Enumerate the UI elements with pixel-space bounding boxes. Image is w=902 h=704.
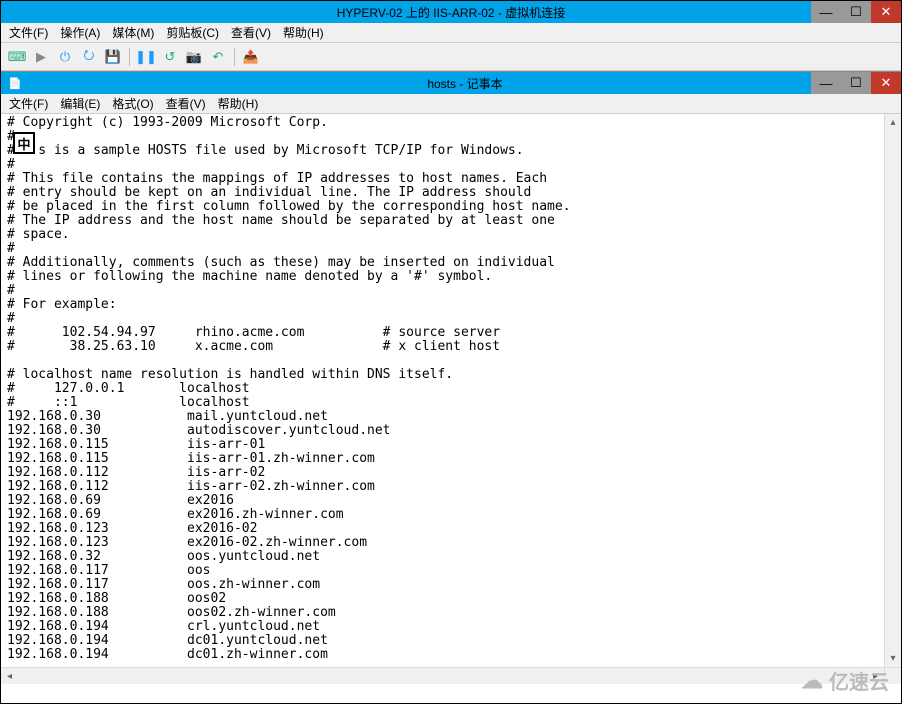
reset-icon[interactable]: ↺	[160, 47, 180, 67]
outer-window-title: HYPERV-02 上的 IIS-ARR-02 - 虚拟机连接	[1, 4, 901, 21]
outer-titlebar: HYPERV-02 上的 IIS-ARR-02 - 虚拟机连接 — ☐ ✕	[1, 1, 901, 23]
close-button[interactable]: ✕	[871, 1, 901, 23]
pause-icon[interactable]: ❚❚	[136, 47, 156, 67]
checkpoint-icon[interactable]: 📷	[184, 47, 204, 67]
hosts-file-content[interactable]: # Copyright (c) 1993-2009 Microsoft Corp…	[1, 114, 901, 684]
inner-titlebar: 📄 hosts - 记事本 — ☐ ✕	[1, 72, 901, 94]
menu-view[interactable]: 查看(V)	[231, 24, 271, 41]
inner-minimize-button[interactable]: —	[811, 72, 841, 94]
minimize-button[interactable]: —	[811, 1, 841, 23]
notepad-menu-file[interactable]: 文件(F)	[9, 95, 48, 112]
menu-clipboard[interactable]: 剪贴板(C)	[166, 24, 219, 41]
watermark-text: 亿速云	[829, 666, 889, 695]
inner-window-controls: — ☐ ✕	[811, 72, 901, 94]
menu-file[interactable]: 文件(F)	[9, 24, 48, 41]
scroll-up-icon[interactable]: ▴	[885, 114, 901, 131]
toolbar-separator	[234, 48, 235, 66]
turnoff-icon[interactable]: ⏻	[55, 47, 75, 67]
start-icon[interactable]: ▶	[31, 47, 51, 67]
notepad-menu-edit[interactable]: 编辑(E)	[60, 95, 100, 112]
outer-window-controls: — ☐ ✕	[811, 1, 901, 23]
menu-help[interactable]: 帮助(H)	[283, 24, 324, 41]
inner-window-title: hosts - 记事本	[29, 75, 901, 92]
menu-action[interactable]: 操作(A)	[60, 24, 100, 41]
horizontal-scrollbar[interactable]: ◂ ▸	[1, 667, 884, 684]
outer-toolbar: ⌨ ▶ ⏻ ⭮ 💾 ❚❚ ↺ 📷 ↶ 📤	[1, 43, 901, 71]
inner-maximize-button[interactable]: ☐	[841, 72, 871, 94]
notepad-menu-format[interactable]: 格式(O)	[112, 95, 153, 112]
save-icon[interactable]: 💾	[103, 47, 123, 67]
share-icon[interactable]: 📤	[241, 47, 261, 67]
maximize-button[interactable]: ☐	[841, 1, 871, 23]
scroll-down-icon[interactable]: ▾	[885, 650, 901, 667]
watermark: ☁ 亿速云	[801, 666, 889, 695]
notepad-icon: 📄	[7, 75, 23, 91]
ime-indicator[interactable]: 中	[13, 132, 35, 154]
notepad-menu-help[interactable]: 帮助(H)	[218, 95, 259, 112]
menu-media[interactable]: 媒体(M)	[112, 24, 154, 41]
outer-menubar: 文件(F) 操作(A) 媒体(M) 剪贴板(C) 查看(V) 帮助(H)	[1, 23, 901, 43]
toolbar-separator	[129, 48, 130, 66]
scroll-left-icon[interactable]: ◂	[1, 668, 18, 684]
inner-menubar: 文件(F) 编辑(E) 格式(O) 查看(V) 帮助(H)	[1, 94, 901, 114]
cloud-icon: ☁	[801, 668, 823, 694]
notepad-window: 📄 hosts - 记事本 — ☐ ✕ 文件(F) 编辑(E) 格式(O) 查看…	[1, 71, 901, 684]
editor-area: # Copyright (c) 1993-2009 Microsoft Corp…	[1, 114, 901, 684]
vertical-scrollbar[interactable]: ▴ ▾	[884, 114, 901, 667]
shutdown-icon[interactable]: ⭮	[79, 47, 99, 67]
notepad-menu-view[interactable]: 查看(V)	[166, 95, 206, 112]
inner-close-button[interactable]: ✕	[871, 72, 901, 94]
revert-icon[interactable]: ↶	[208, 47, 228, 67]
ctrl-alt-del-icon[interactable]: ⌨	[7, 47, 27, 67]
